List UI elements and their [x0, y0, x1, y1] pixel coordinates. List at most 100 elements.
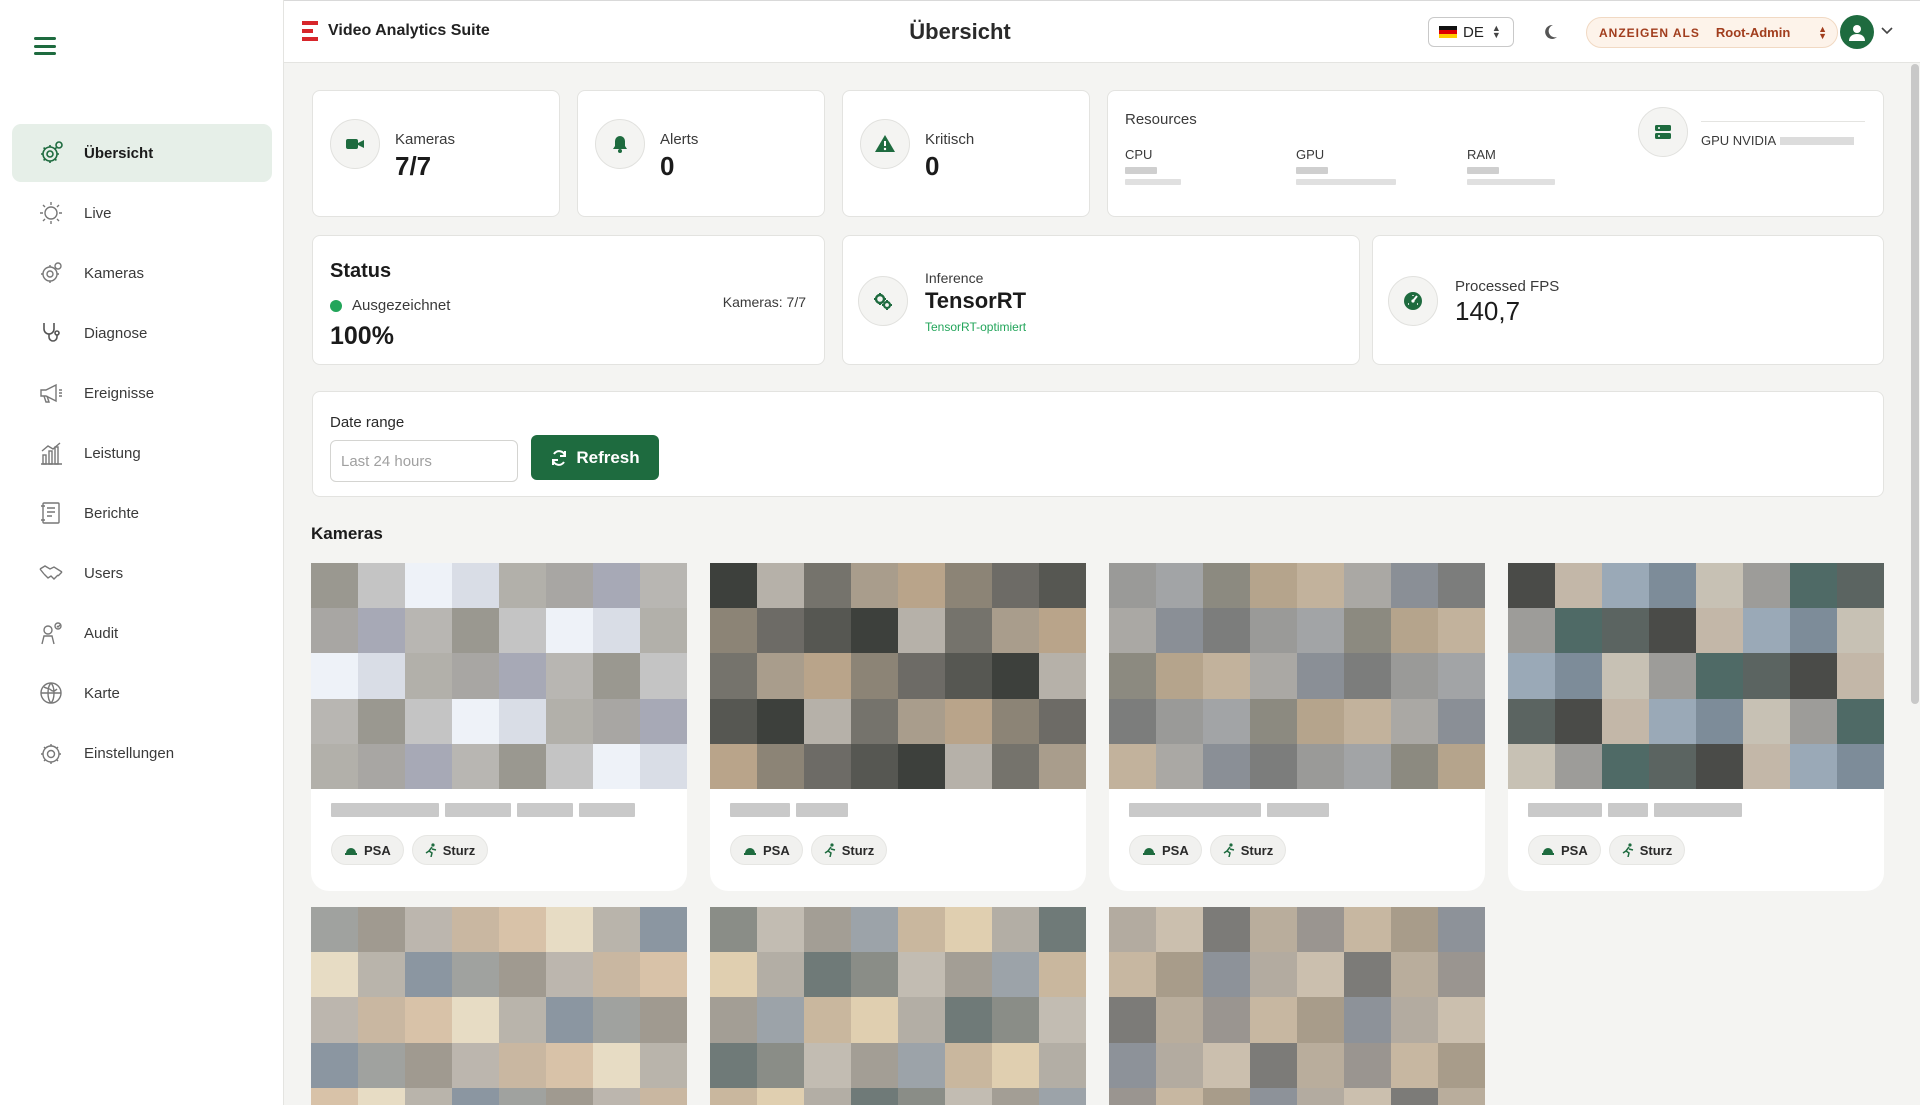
thumbnail-pixel [311, 1087, 358, 1105]
camera-card[interactable] [311, 907, 687, 1105]
thumbnail-pixel [1555, 608, 1602, 654]
camera-card[interactable] [710, 907, 1086, 1105]
camera-card[interactable] [1109, 907, 1485, 1105]
sidebar-item-audit[interactable]: Audit [12, 604, 272, 662]
thumbnail-pixel [1156, 907, 1203, 953]
thumbnail-pixel [499, 743, 546, 789]
thumbnail-pixel [757, 743, 804, 789]
thumbnail-pixel [898, 698, 945, 744]
thumbnail-pixel [452, 563, 499, 609]
user-icon [1849, 25, 1865, 41]
thumbnail-pixel [1039, 653, 1086, 699]
camera-card[interactable]: PSA Sturz [710, 563, 1086, 891]
user-avatar[interactable] [1840, 15, 1874, 49]
sidebar-item-label: Leistung [84, 444, 141, 462]
sidebar-item-uebersicht[interactable]: Übersicht [12, 124, 272, 182]
thumbnail-pixel [1743, 653, 1790, 699]
refresh-button[interactable]: Refresh [531, 435, 659, 480]
thumbnail-pixel [1649, 743, 1696, 789]
thumbnail-pixel [1344, 563, 1391, 609]
thumbnail-pixel [851, 1042, 898, 1088]
camera-thumbnail-blurred [311, 907, 687, 1105]
dark-mode-moon-icon[interactable] [1540, 22, 1560, 42]
camera-name-redacted [730, 803, 1086, 817]
sidebar-item-einstellungen[interactable]: Einstellungen [12, 724, 272, 782]
thumbnail-pixel [499, 698, 546, 744]
thumbnail-pixel [945, 1042, 992, 1088]
thumbnail-pixel [1837, 608, 1884, 654]
thumbnail-pixel [945, 608, 992, 654]
page-scrollbar[interactable] [1911, 64, 1919, 704]
tag-psa[interactable]: PSA [1528, 835, 1601, 865]
language-select[interactable]: DE ▲ ▼ [1428, 17, 1514, 47]
sidebar-item-diagnose[interactable]: Diagnose [12, 304, 272, 362]
sidebar-item-live[interactable]: Live [12, 184, 272, 242]
thumbnail-pixel [945, 1087, 992, 1105]
thumbnail-pixel [1391, 563, 1438, 609]
camera-name-redacted [1528, 803, 1884, 817]
thumbnail-pixel [1203, 1042, 1250, 1088]
tag-psa[interactable]: PSA [331, 835, 404, 865]
tag-fall[interactable]: Sturz [1209, 835, 1287, 865]
menu-toggle-icon[interactable] [34, 37, 56, 55]
thumbnail-pixel [710, 952, 757, 998]
thumbnail-pixel [1391, 653, 1438, 699]
sidebar-item-users[interactable]: Users [12, 544, 272, 602]
thumbnail-pixel [710, 1087, 757, 1105]
thumbnail-pixel [640, 1087, 687, 1105]
thumbnail-pixel [1250, 698, 1297, 744]
thumbnail-pixel [851, 563, 898, 609]
thumbnail-pixel [1508, 653, 1555, 699]
thumbnail-pixel [757, 608, 804, 654]
thumbnail-pixel [1649, 653, 1696, 699]
thumbnail-pixel [452, 1087, 499, 1105]
tag-label: PSA [1561, 842, 1588, 858]
falling-person-icon [425, 843, 436, 857]
sidebar-item-berichte[interactable]: Berichte [12, 484, 272, 542]
thumbnail-pixel [452, 653, 499, 699]
thumbnail-pixel [1203, 743, 1250, 789]
thumbnail-pixel [945, 997, 992, 1043]
globe-icon [38, 680, 64, 706]
thumbnail-pixel [1743, 563, 1790, 609]
hardhat-icon [1542, 848, 1554, 855]
tag-psa[interactable]: PSA [1129, 835, 1202, 865]
view-as-select[interactable]: ANZEIGEN ALS Root-Admin ▲ ▼ [1586, 17, 1838, 48]
camera-card[interactable]: PSA Sturz [1508, 563, 1884, 891]
sidebar-item-karte[interactable]: Karte [12, 664, 272, 722]
tag-fall[interactable]: Sturz [411, 835, 489, 865]
camera-card[interactable]: PSA Sturz [1109, 563, 1485, 891]
thumbnail-pixel [851, 907, 898, 953]
tag-fall[interactable]: Sturz [810, 835, 888, 865]
resources-title: Resources [1125, 111, 1197, 128]
thumbnail-pixel [1555, 653, 1602, 699]
status-camera-count: Kameras: 7/7 [722, 294, 806, 310]
sidebar-item-kameras[interactable]: Kameras [12, 244, 272, 302]
camera-card[interactable]: PSA Sturz [311, 563, 687, 891]
chevron-down-icon[interactable] [1880, 23, 1894, 37]
thumbnail-pixel [640, 653, 687, 699]
thumbnail-pixel [1039, 563, 1086, 609]
thumbnail-pixel [405, 608, 452, 654]
thumbnail-pixel [898, 608, 945, 654]
thumbnail-pixel [898, 563, 945, 609]
camera-thumbnail-blurred [1109, 563, 1485, 789]
thumbnail-pixel [358, 743, 405, 789]
sidebar-item-leistung[interactable]: Leistung [12, 424, 272, 482]
thumbnail-pixel [405, 743, 452, 789]
date-range-input[interactable] [330, 440, 518, 482]
tag-psa[interactable]: PSA [730, 835, 803, 865]
server-icon [1638, 107, 1688, 157]
sidebar-item-ereignisse[interactable]: Ereignisse [12, 364, 272, 422]
thumbnail-pixel [1790, 563, 1837, 609]
thumbnail-pixel [1743, 698, 1790, 744]
thumbnail-pixel [1109, 608, 1156, 654]
stat-label: Kritisch [925, 131, 975, 148]
thumbnail-pixel [1039, 907, 1086, 953]
thumbnail-pixel [1438, 997, 1485, 1043]
thumbnail-pixel [992, 952, 1039, 998]
thumbnail-pixel [804, 1087, 851, 1105]
thumbnail-pixel [499, 653, 546, 699]
resources-card: Resources CPU GPU RAM GPU NVIDIA [1107, 90, 1884, 217]
tag-fall[interactable]: Sturz [1608, 835, 1686, 865]
